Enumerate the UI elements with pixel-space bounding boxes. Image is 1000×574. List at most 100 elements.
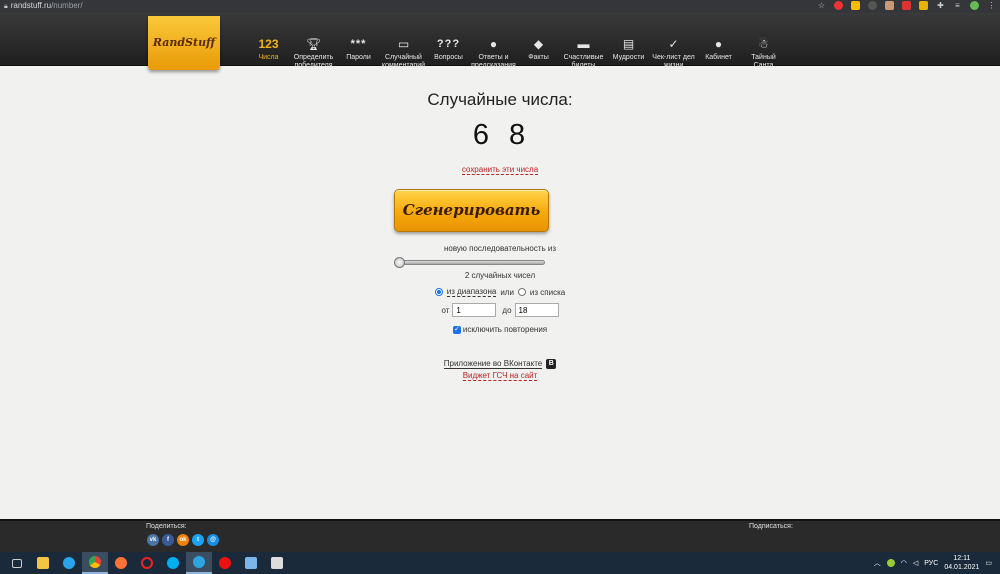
- notes-app-icon[interactable]: [238, 552, 264, 574]
- ticket-icon-glyph: ▬: [577, 36, 590, 51]
- list-radio[interactable]: [517, 288, 526, 296]
- extension-icon[interactable]: [851, 1, 860, 10]
- nav-item[interactable]: ??? Вопросы: [426, 35, 471, 70]
- save-numbers-link[interactable]: сохранить эти числа: [461, 165, 539, 175]
- clock-date: 04.01.2021: [944, 564, 980, 571]
- firefox-icon[interactable]: [108, 552, 134, 574]
- generate-button[interactable]: Сгенерировать: [394, 189, 549, 232]
- moimir-share-icon[interactable]: @: [207, 534, 219, 546]
- nav-item[interactable]: ☃ Тайный Санта: [741, 35, 786, 70]
- nav-item[interactable]: ● Ответы и предсказания: [471, 35, 516, 70]
- trophy-icon: 🏆︎: [291, 35, 336, 52]
- checklist-icon-glyph: ✓: [668, 36, 679, 51]
- site-logo[interactable]: RandStuff: [148, 16, 220, 70]
- nav-item[interactable]: 123 Числа: [246, 35, 291, 70]
- mode-or-label: или: [500, 287, 514, 297]
- range-radio[interactable]: [434, 288, 443, 296]
- tray-app-icon[interactable]: [886, 559, 895, 567]
- list-radio-label[interactable]: из списка: [530, 288, 565, 297]
- chrome-icon[interactable]: [82, 552, 108, 574]
- task-view-icon[interactable]: [4, 552, 30, 574]
- scroll-icon-glyph: ▤: [622, 36, 635, 51]
- lock-icon: 🔒︎: [4, 3, 8, 10]
- save-numbers-link-row: сохранить эти числа: [0, 165, 1000, 175]
- subscribe-label: Подписаться:: [749, 523, 793, 530]
- from-label: от: [441, 305, 450, 315]
- more-icon[interactable]: ⋮: [987, 1, 996, 10]
- share-label: Поделиться:: [146, 523, 187, 530]
- page-title: Случайные числа:: [427, 90, 573, 109]
- widget-link[interactable]: Виджет ГСЧ на сайт: [462, 371, 538, 381]
- range-inputs: от до: [0, 303, 1000, 317]
- generate-button-label: Сгенерировать: [402, 201, 541, 219]
- numbers-icon-glyph: 123: [258, 36, 279, 51]
- nav-item[interactable]: ▤ Мудрости: [606, 35, 651, 70]
- wifi-icon[interactable]: ◠: [901, 559, 907, 567]
- tray-chevron-icon[interactable]: ︿: [874, 558, 881, 568]
- menu-icon[interactable]: ≡: [953, 1, 962, 10]
- to-label: до: [502, 305, 512, 315]
- comment-icon: ▭: [381, 35, 426, 52]
- address-bar[interactable]: 🔒︎ randstuff.ru/number/: [4, 1, 83, 11]
- red-app-icon[interactable]: [212, 552, 238, 574]
- nav-item-label: Вопросы: [434, 54, 463, 61]
- to-input[interactable]: [514, 303, 559, 317]
- nav-item[interactable]: ● Кабинет: [696, 35, 741, 70]
- nav-item-label: Пароли: [346, 54, 371, 61]
- system-tray: ︿ ◠ ◁ РУС 12:11 04.01.2021 ▭: [874, 552, 992, 574]
- extension-icon[interactable]: [868, 1, 877, 10]
- vk-share-icon[interactable]: vk: [147, 534, 159, 546]
- nav-item[interactable]: 🏆︎ Определить победителя: [291, 35, 336, 70]
- file-explorer-icon[interactable]: [30, 552, 56, 574]
- count-slider[interactable]: [394, 257, 545, 268]
- password-icon: ***: [336, 35, 381, 52]
- nav-item[interactable]: ▬ Счастливые билеты: [561, 35, 606, 70]
- calculator-icon[interactable]: [264, 552, 290, 574]
- nav-item[interactable]: ✓ Чек-лист дел жизни: [651, 35, 696, 70]
- exclude-repeats-checkbox[interactable]: ✓: [452, 325, 461, 334]
- facts-icon-glyph: ◆: [533, 36, 544, 51]
- taskbar-apps: [4, 552, 290, 574]
- opera-icon[interactable]: [134, 552, 160, 574]
- questions-icon: ???: [426, 35, 471, 52]
- share-buttons: vk f ok t @: [147, 534, 219, 546]
- slider-thumb[interactable]: [394, 257, 405, 268]
- trophy-icon-glyph: 🏆︎: [305, 36, 322, 51]
- exclude-repeats-row: ✓ исключить повторения: [0, 325, 1000, 334]
- extension-icon[interactable]: [885, 1, 894, 10]
- clock-time: 12:11: [953, 555, 971, 562]
- edge-icon[interactable]: [56, 552, 82, 574]
- notifications-icon[interactable]: ▭: [985, 559, 992, 567]
- mode-selector: из диапазона или из списка: [0, 287, 1000, 297]
- vk-icon[interactable]: В: [546, 359, 557, 369]
- nav-item[interactable]: ▭ Случайный комментарий: [381, 35, 426, 70]
- nav-item-label: Мудрости: [612, 54, 645, 61]
- ticket-icon: ▬: [561, 35, 606, 52]
- extension-icon[interactable]: [834, 1, 843, 10]
- telegram-icon[interactable]: [186, 552, 212, 574]
- nav-item[interactable]: ◆ Факты: [516, 35, 561, 70]
- facebook-share-icon[interactable]: f: [162, 534, 174, 546]
- from-input[interactable]: [452, 303, 497, 317]
- language-indicator[interactable]: РУС: [924, 560, 938, 567]
- volume-icon[interactable]: ◁: [913, 559, 918, 567]
- extension-icon[interactable]: [919, 1, 928, 10]
- vk-app-row: Приложение во ВКонтакте В: [0, 359, 1000, 369]
- range-radio-label[interactable]: из диапазона: [446, 287, 497, 297]
- bookmark-star-icon[interactable]: ☆: [817, 1, 826, 10]
- browser-chrome: 🔒︎ randstuff.ru/number/ ☆ ✚ ≡ ⋮: [0, 0, 1000, 13]
- nav-item-label: Кабинет: [705, 54, 732, 61]
- logo-text: RandStuff: [152, 36, 216, 49]
- clock[interactable]: 12:11 04.01.2021: [944, 554, 979, 572]
- questions-icon-glyph: ???: [436, 37, 461, 50]
- puzzle-icon[interactable]: ✚: [936, 1, 945, 10]
- nav-item[interactable]: *** Пароли: [336, 35, 381, 70]
- site-footer: Поделиться: Подписаться: vk f ok t @: [0, 519, 1000, 552]
- skype-icon[interactable]: [160, 552, 186, 574]
- twitter-share-icon[interactable]: t: [192, 534, 204, 546]
- vk-app-link[interactable]: Приложение во ВКонтакте: [443, 359, 543, 369]
- exclude-repeats-label[interactable]: исключить повторения: [463, 325, 547, 334]
- extension-icon[interactable]: [902, 1, 911, 10]
- odnoklassniki-share-icon[interactable]: ok: [177, 534, 189, 546]
- avatar[interactable]: [970, 1, 979, 10]
